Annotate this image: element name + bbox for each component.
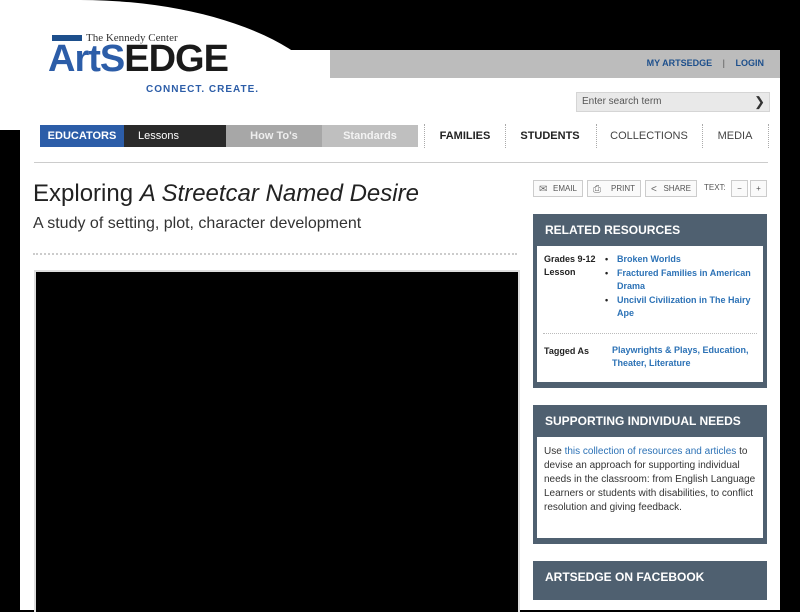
nav-families[interactable]: FAMILIES xyxy=(428,125,502,147)
share-button[interactable]: < SHARE xyxy=(645,180,697,197)
text-size-increase-button[interactable]: + xyxy=(750,180,767,197)
nav-educators[interactable]: EDUCATORS xyxy=(40,125,124,147)
nav-divider xyxy=(768,124,769,148)
grade-label: Grades 9-12 xyxy=(544,254,596,264)
email-button[interactable]: ✉ EMAIL xyxy=(533,180,583,197)
title-prefix: Exploring xyxy=(33,180,140,207)
video-player[interactable] xyxy=(34,270,520,612)
nav-lessons[interactable]: Lessons xyxy=(124,125,226,147)
related-list: Broken Worlds Fractured Families in Amer… xyxy=(605,253,765,321)
facebook-heading: ARTSEDGE ON FACEBOOK xyxy=(545,570,705,584)
support-text-start: Use xyxy=(544,446,565,457)
resource-type-label: Lesson xyxy=(544,267,576,277)
supporting-needs-text: Use this collection of resources and art… xyxy=(544,445,764,515)
my-artsedge-link[interactable]: MY ARTSEDGE xyxy=(643,58,717,68)
nav-standards[interactable]: Standards xyxy=(322,125,418,147)
related-resources-heading: RELATED RESOURCES xyxy=(545,223,681,237)
related-resources-body: Grades 9-12 Lesson Broken Worlds Fractur… xyxy=(537,246,763,382)
logo-edge: EDGE xyxy=(124,38,229,80)
nav-divider xyxy=(596,124,597,148)
tagged-as-label: Tagged As xyxy=(544,346,590,356)
share-icon: < xyxy=(651,184,657,195)
nav-divider xyxy=(505,124,506,148)
print-label: PRINT xyxy=(611,184,635,193)
login-link[interactable]: LOGIN xyxy=(732,58,769,68)
nav-divider xyxy=(702,124,703,148)
related-link[interactable]: Broken Worlds xyxy=(605,253,765,266)
arrow-right-icon[interactable]: ❯ xyxy=(754,94,765,110)
page-subtitle: A study of setting, plot, character deve… xyxy=(33,215,362,232)
artsedge-logo[interactable]: ArtSEDGE xyxy=(48,38,229,81)
related-link[interactable]: Fractured Families in American Drama xyxy=(605,267,765,293)
search-input[interactable]: Enter search term xyxy=(582,96,661,107)
related-resources-panel: RELATED RESOURCES Grades 9-12 Lesson Bro… xyxy=(533,214,767,388)
header-link-separator: | xyxy=(722,58,725,68)
nav-how-tos[interactable]: How To's xyxy=(226,125,322,147)
nav-students[interactable]: STUDENTS xyxy=(504,125,596,147)
text-size-label: TEXT: xyxy=(704,183,726,192)
nav-divider xyxy=(424,124,425,148)
logo-arts: ArtS xyxy=(48,38,125,80)
envelope-icon: ✉ xyxy=(539,184,548,195)
title-play-name: A Streetcar Named Desire xyxy=(139,180,419,207)
printer-icon: ⎙ xyxy=(593,184,601,195)
related-divider xyxy=(543,333,757,334)
logo-tagline: CONNECT. CREATE. xyxy=(146,84,260,95)
resources-collection-link[interactable]: this collection of resources and article… xyxy=(565,446,737,457)
supporting-needs-body: Use this collection of resources and art… xyxy=(537,437,763,538)
title-divider xyxy=(33,253,517,255)
facebook-panel: ARTSEDGE ON FACEBOOK xyxy=(533,561,767,600)
print-button[interactable]: ⎙ PRINT xyxy=(587,180,641,197)
email-label: EMAIL xyxy=(552,184,577,193)
supporting-needs-panel: SUPPORTING INDIVIDUAL NEEDS Use this col… xyxy=(533,405,767,544)
nav-media[interactable]: MEDIA xyxy=(702,125,768,147)
page-title: Exploring A Streetcar Named Desire xyxy=(33,180,419,208)
supporting-needs-heading: SUPPORTING INDIVIDUAL NEEDS xyxy=(545,414,741,428)
header-links: MY ARTSEDGE | LOGIN xyxy=(643,58,768,68)
search-box[interactable]: Enter search term ❯ xyxy=(576,92,770,112)
tag-links[interactable]: Playwrights & Plays, Education, Theater,… xyxy=(612,344,762,370)
share-label: SHARE xyxy=(663,184,691,193)
nav-collections[interactable]: COLLECTIONS xyxy=(596,125,702,147)
related-link[interactable]: Uncivil Civilization in The Hairy Ape xyxy=(605,294,765,320)
text-size-decrease-button[interactable]: − xyxy=(731,180,748,197)
header-divider xyxy=(34,162,768,163)
